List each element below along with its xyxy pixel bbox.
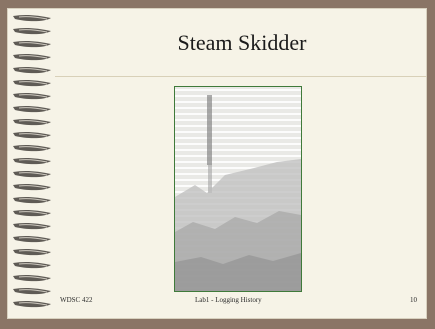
photo-scanline	[175, 95, 301, 97]
photo-scanline	[175, 89, 301, 91]
footer-course: WDSC 422	[60, 296, 93, 304]
binding-ring	[13, 157, 51, 165]
photo-scanline	[175, 113, 301, 115]
binding-ring	[13, 118, 51, 126]
photo-scanline	[175, 101, 301, 103]
binding-ring	[13, 79, 51, 87]
binding-ring	[13, 92, 51, 100]
binding-ring	[13, 183, 51, 191]
binding-ring	[13, 300, 51, 308]
binding-ring	[13, 40, 51, 48]
binding-ring	[13, 144, 51, 152]
photo-scanline	[175, 119, 301, 121]
title-divider	[55, 76, 427, 77]
photo-scanline	[175, 131, 301, 133]
binding-ring	[13, 27, 51, 35]
photo-scanline	[175, 143, 301, 145]
binding-ring	[13, 131, 51, 139]
slide: Steam Skidder WDSC 422 Lab1 - Logging Hi…	[7, 8, 427, 319]
binding-ring	[13, 170, 51, 178]
photo-scanline	[175, 107, 301, 109]
binding-ring	[13, 287, 51, 295]
binding-ring	[13, 248, 51, 256]
binding-ring	[13, 235, 51, 243]
binding-ring	[13, 66, 51, 74]
binding-ring	[13, 196, 51, 204]
binding-ring	[13, 53, 51, 61]
slide-title: Steam Skidder	[177, 30, 307, 55]
steam-skidder-photo	[174, 86, 302, 292]
binding-ring	[13, 261, 51, 269]
binding-ring	[13, 105, 51, 113]
photo-scanline	[175, 125, 301, 127]
binding-ring	[13, 14, 51, 22]
photo-scanline	[175, 137, 301, 139]
footer-page-number: 10	[410, 296, 417, 304]
photo-scanline	[175, 155, 301, 157]
spiral-binding	[13, 14, 51, 308]
photo-scanline	[175, 149, 301, 151]
binding-ring	[13, 209, 51, 217]
binding-ring	[13, 274, 51, 282]
binding-ring	[13, 222, 51, 230]
photo-image	[175, 87, 301, 291]
footer-lab-title: Lab1 - Logging History	[195, 296, 262, 304]
